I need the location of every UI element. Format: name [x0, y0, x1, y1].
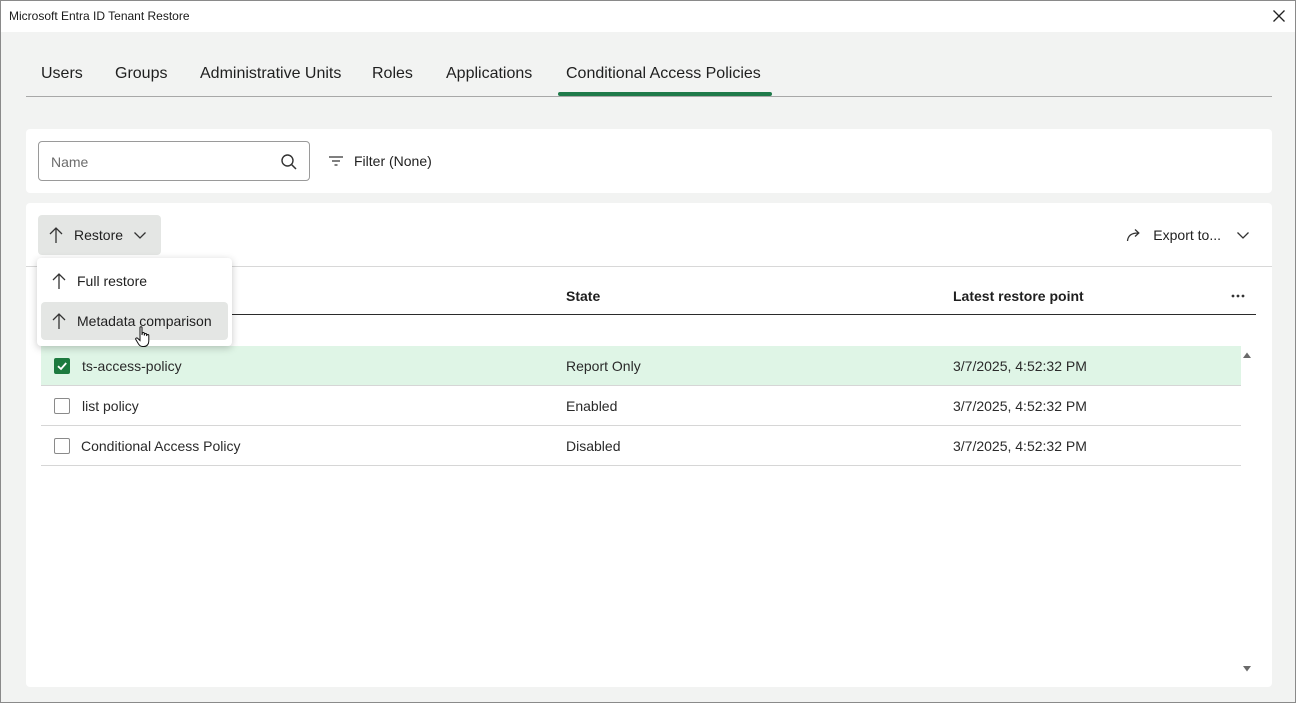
policy-restore-point: 3/7/2025, 4:52:32 PM — [953, 398, 1087, 414]
restore-dropdown-menu: Full restore Metadata comparison — [37, 258, 232, 346]
column-header-latest-restore-point[interactable]: Latest restore point — [953, 288, 1084, 304]
row-checkbox[interactable] — [54, 358, 70, 374]
column-header-state[interactable]: State — [566, 288, 600, 304]
policy-state: Disabled — [566, 438, 621, 454]
window-title: Microsoft Entra ID Tenant Restore — [9, 9, 190, 23]
table-body: ts-access-policy Report Only 3/7/2025, 4… — [41, 346, 1241, 466]
tab-administrative-units[interactable]: Administrative Units — [200, 65, 341, 83]
app-window: Microsoft Entra ID Tenant Restore Users … — [0, 0, 1296, 703]
policy-state: Report Only — [566, 358, 641, 374]
search-icon[interactable] — [280, 153, 298, 171]
filter-panel: Filter (None) — [26, 129, 1272, 193]
tab-conditional-access-policies[interactable]: Conditional Access Policies — [566, 65, 761, 83]
table-row[interactable]: Conditional Access Policy Disabled 3/7/2… — [41, 426, 1241, 466]
filter-button[interactable]: Filter (None) — [328, 151, 432, 171]
policy-name: ts-access-policy — [82, 358, 182, 374]
menu-item-full-restore[interactable]: Full restore — [41, 262, 228, 300]
table-row[interactable]: list policy Enabled 3/7/2025, 4:52:32 PM — [41, 386, 1241, 426]
policy-restore-point: 3/7/2025, 4:52:32 PM — [953, 438, 1087, 454]
policy-name: list policy — [82, 398, 139, 414]
tab-users[interactable]: Users — [41, 65, 83, 83]
filter-icon — [329, 156, 343, 166]
share-arrow-icon — [1127, 229, 1141, 242]
row-checkbox[interactable] — [54, 438, 70, 454]
close-button[interactable] — [1269, 6, 1289, 26]
menu-item-label: Full restore — [77, 273, 148, 289]
scroll-up-arrow-icon[interactable] — [1242, 351, 1252, 359]
row-checkbox[interactable] — [54, 398, 70, 414]
arrow-up-icon — [49, 227, 63, 243]
tab-groups[interactable]: Groups — [115, 65, 167, 83]
policy-restore-point: 3/7/2025, 4:52:32 PM — [953, 358, 1087, 374]
close-icon — [1273, 10, 1285, 22]
table-row[interactable]: ts-access-policy Report Only 3/7/2025, 4… — [41, 346, 1241, 386]
restore-label: Restore — [74, 227, 124, 243]
more-options-icon[interactable] — [1230, 288, 1246, 304]
export-label: Export to... — [1153, 227, 1221, 243]
title-bar: Microsoft Entra ID Tenant Restore — [1, 1, 1295, 32]
arrow-up-icon — [52, 313, 66, 329]
search-input[interactable] — [51, 152, 271, 172]
filter-label: Filter (None) — [354, 153, 432, 169]
menu-item-label: Metadata comparison — [77, 313, 212, 329]
chevron-down-icon — [1237, 232, 1249, 239]
policy-name: Conditional Access Policy — [81, 438, 241, 454]
active-tab-indicator — [558, 92, 772, 96]
tab-bar: Users Groups Administrative Units Roles … — [26, 57, 1272, 97]
scroll-down-arrow-icon[interactable] — [1242, 665, 1252, 673]
menu-item-metadata-comparison[interactable]: Metadata comparison — [41, 302, 228, 340]
export-button[interactable]: Export to... — [1126, 225, 1250, 245]
policy-state: Enabled — [566, 398, 618, 414]
tab-roles[interactable]: Roles — [372, 65, 413, 83]
tab-applications[interactable]: Applications — [446, 65, 532, 83]
restore-button[interactable]: Restore — [38, 215, 161, 255]
checkmark-icon — [57, 362, 67, 371]
search-box — [38, 141, 310, 181]
chevron-down-icon — [134, 232, 146, 239]
arrow-up-icon — [52, 273, 66, 289]
